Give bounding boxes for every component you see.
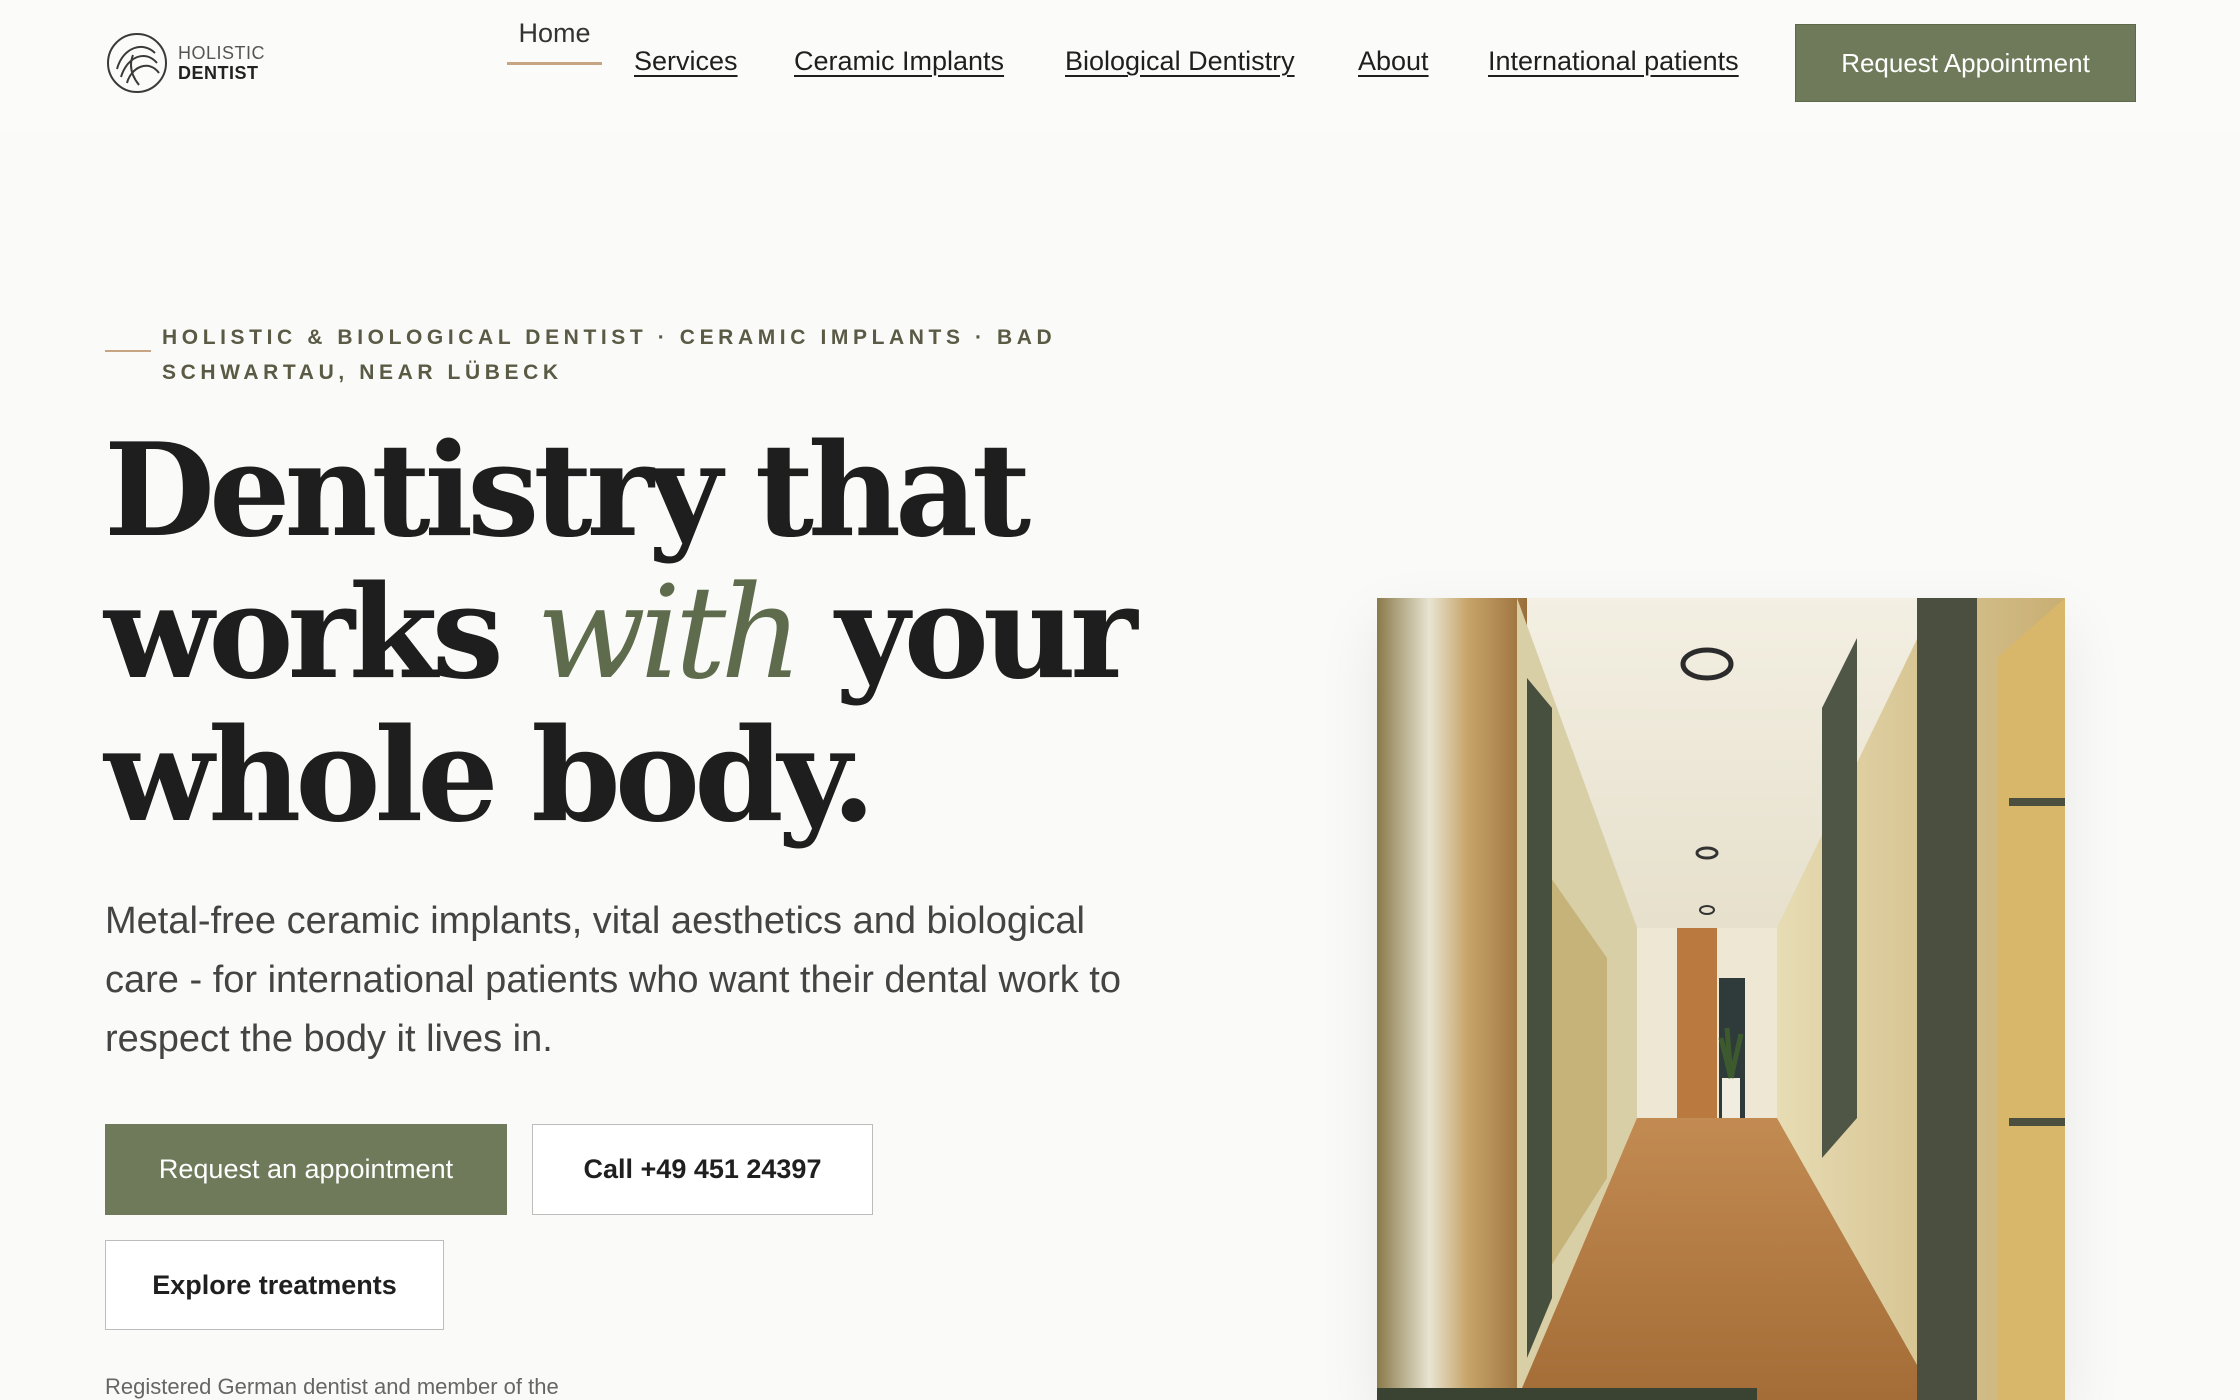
hero-eyebrow: HOLISTIC & BIOLOGICAL DENTIST · CERAMIC … xyxy=(162,326,1057,384)
request-an-appointment-button[interactable]: Request an appointment xyxy=(105,1124,507,1215)
headline-line-2-before: works xyxy=(104,558,537,708)
eyebrow-rule xyxy=(105,350,151,352)
logo-line-holistic: HOLISTIC xyxy=(178,43,266,63)
headline-line-1: Dentistry that xyxy=(104,416,1031,566)
clinic-hallway-photo xyxy=(1377,598,2065,1400)
hero-headline: Dentistry that works with your whole bod… xyxy=(104,420,1204,847)
nav-biological-dentistry[interactable]: Biological Dentistry xyxy=(1065,46,1295,77)
logo-mark-icon xyxy=(107,33,167,93)
registration-note: Registered German dentist and member of … xyxy=(105,1374,559,1399)
hero-lede: Metal-free ceramic implants, vital aesth… xyxy=(105,900,1121,1060)
nav-about[interactable]: About xyxy=(1358,46,1429,77)
logo-line-dentist: DENTIST xyxy=(178,63,259,83)
request-appointment-button[interactable]: Request Appointment xyxy=(1795,24,2136,102)
headline-line-3: whole body. xyxy=(104,701,876,851)
call-button[interactable]: Call +49 451 24397 xyxy=(532,1124,873,1215)
site-logo[interactable]: HOLISTIC DENTIST xyxy=(107,33,265,93)
explore-treatments-button[interactable]: Explore treatments xyxy=(105,1240,444,1330)
nav-ceramic-implants[interactable]: Ceramic Implants xyxy=(794,46,1004,77)
nav-services[interactable]: Services xyxy=(634,46,738,77)
nav-international-patients[interactable]: International patients xyxy=(1488,46,1739,77)
site-header: HOLISTIC DENTIST Home Services Ceramic I… xyxy=(0,0,2240,130)
headline-line-2-after: your xyxy=(796,558,1137,708)
headline-accent-word: with xyxy=(536,559,802,708)
photo-caption-bar xyxy=(1377,1388,1757,1400)
nav-home-active-indicator xyxy=(507,62,602,65)
nav-home[interactable]: Home xyxy=(507,18,602,66)
